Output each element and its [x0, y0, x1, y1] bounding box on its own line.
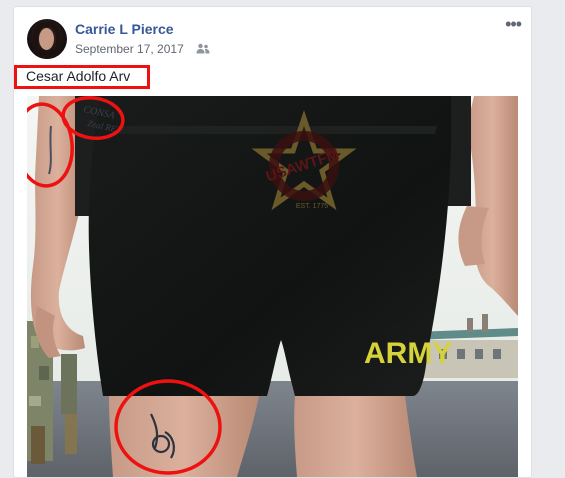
post-date[interactable]: September 17, 2017: [75, 42, 184, 56]
shorts-army-text: ARMY: [364, 337, 452, 370]
author-name[interactable]: Carrie L Pierce: [75, 21, 174, 37]
post-photo[interactable]: USAWTFM EST. 1775 ARMY CONSA Zeal RE: [27, 96, 518, 477]
more-options-button[interactable]: •••: [505, 15, 522, 33]
post-card: Carrie L Pierce September 17, 2017 ••• C…: [13, 6, 532, 478]
post-text: Cesar Adolfo Arv: [26, 68, 131, 84]
friends-icon: [196, 43, 210, 54]
avatar[interactable]: [27, 19, 67, 59]
logo-subtext: EST. 1775: [296, 203, 328, 210]
